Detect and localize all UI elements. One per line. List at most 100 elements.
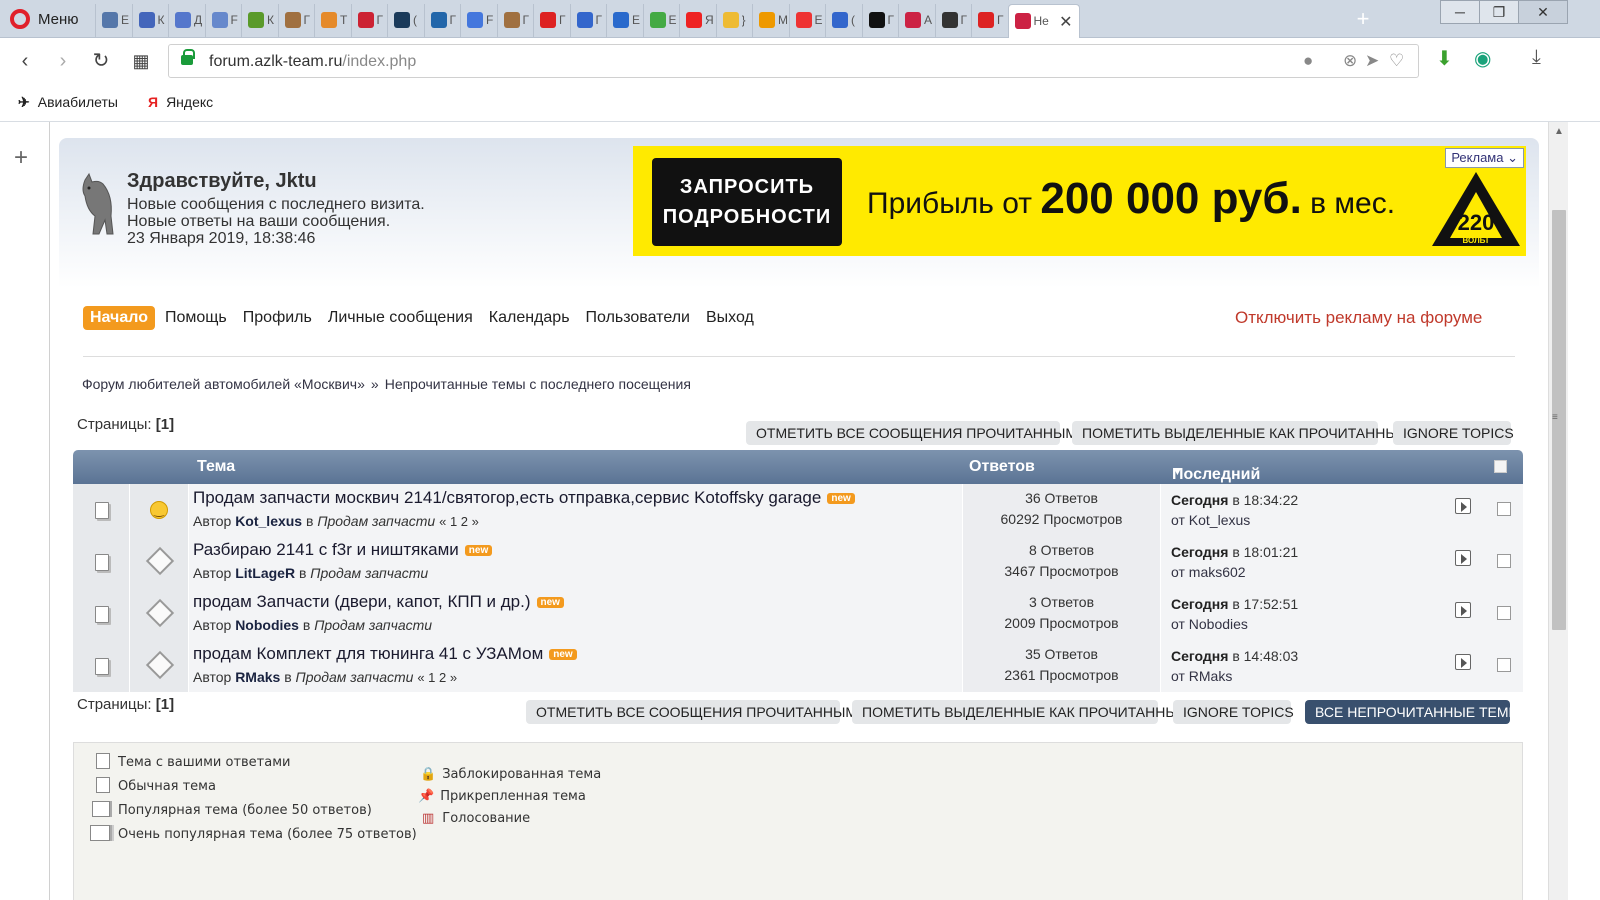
forward-icon[interactable]: › — [48, 46, 78, 76]
new-badge[interactable]: new — [549, 649, 577, 660]
row-select-checkbox[interactable] — [1497, 502, 1511, 516]
browser-tab[interactable]: F — [204, 4, 242, 38]
mark-selected-read-button-top[interactable]: ПОМЕТИТЬ ВЫДЕЛЕННЫЕ КАК ПРОЧИТАННЫЕ — [1072, 421, 1407, 445]
author-link[interactable]: LitLageR — [235, 565, 295, 581]
browser-tab[interactable]: ( — [825, 4, 862, 38]
advertisement-banner[interactable]: ЗАПРОСИТЬ ПОДРОБНОСТИ Прибыль от 200 000… — [633, 146, 1526, 256]
browser-tab[interactable]: К — [131, 4, 169, 38]
browser-tab[interactable]: М — [752, 4, 789, 38]
new-posts-link[interactable]: Новые сообщения с последнего визита. — [127, 196, 425, 213]
ad-label-dropdown[interactable]: Реклама ⌄ — [1445, 148, 1524, 168]
new-replies-link[interactable]: Новые ответы на ваши сообщения. — [127, 213, 425, 230]
board-link[interactable]: Продам запчасти — [314, 617, 432, 633]
browser-tab[interactable]: Г — [533, 4, 570, 38]
browser-tab[interactable]: Г — [496, 4, 534, 38]
mark-all-read-button-top[interactable]: ОТМЕТИТЬ ВСЕ СООБЩЕНИЯ ПРОЧИТАННЫМИ — [746, 421, 1087, 445]
close-window-button[interactable]: ✕ — [1518, 0, 1568, 24]
bookmark-yandex[interactable]: Я Яндекс — [148, 94, 213, 110]
goto-last-post-icon[interactable] — [1455, 602, 1471, 618]
active-browser-tab[interactable]: Не ✕ — [1007, 4, 1080, 38]
breadcrumb-forum-link[interactable]: Форум любителей автомобилей «Москвич» — [82, 376, 365, 392]
browser-tab[interactable]: Т — [314, 4, 351, 38]
mark-selected-read-button-bottom[interactable]: ПОМЕТИТЬ ВЫДЕЛЕННЫЕ КАК ПРОЧИТАННЫЕ — [852, 700, 1187, 724]
menu-calendar[interactable]: Календарь — [489, 309, 570, 327]
mark-all-read-button-bottom[interactable]: ОТМЕТИТЬ ВСЕ СООБЩЕНИЯ ПРОЧИТАННЫМИ — [526, 700, 867, 724]
browser-tab[interactable]: Г — [277, 4, 315, 38]
maximize-button[interactable]: ❐ — [1479, 0, 1519, 24]
ad-request-details-button[interactable]: ЗАПРОСИТЬ ПОДРОБНОСТИ — [652, 158, 842, 246]
user-avatar[interactable] — [77, 172, 117, 238]
topic-title-link[interactable]: Разбираю 2141 с f3r и ништяками — [193, 540, 459, 559]
last-poster-link[interactable]: Nobodies — [1189, 616, 1248, 632]
new-badge[interactable]: new — [464, 545, 493, 556]
ignore-topics-button-bottom[interactable]: IGNORE TOPICS — [1173, 700, 1294, 724]
menu-messages[interactable]: Личные сообщения — [328, 309, 473, 327]
add-sidebar-item-icon[interactable]: + — [14, 144, 28, 172]
speed-dial-icon[interactable]: ▦ — [126, 46, 156, 76]
topic-pages[interactable]: « 1 2 » — [417, 670, 457, 685]
board-link[interactable]: Продам запчасти — [296, 669, 414, 685]
browser-tab[interactable]: Г — [569, 4, 607, 38]
browser-tab[interactable]: Г — [423, 4, 461, 38]
breadcrumb-current[interactable]: Непрочитанные темы с последнего посещени… — [385, 376, 691, 392]
browser-tab[interactable]: А — [898, 4, 935, 38]
menu-profile[interactable]: Профиль — [243, 309, 312, 327]
browser-tab[interactable]: Г — [934, 4, 972, 38]
menu-help[interactable]: Помощь — [165, 309, 227, 327]
disable-ads-link[interactable]: Отключить рекламу на форуме — [1235, 308, 1482, 328]
menu-logout[interactable]: Выход — [706, 309, 754, 327]
author-link[interactable]: Nobodies — [235, 617, 299, 633]
select-all-checkbox[interactable] — [1494, 460, 1507, 473]
col-topic-header[interactable]: Тема — [197, 458, 235, 476]
author-link[interactable]: Kot_lexus — [235, 513, 302, 529]
row-select-checkbox[interactable] — [1497, 554, 1511, 568]
browser-menu-button[interactable]: Меню — [38, 11, 79, 28]
extension-icon[interactable]: ◉ — [1474, 46, 1491, 71]
browser-tab[interactable]: Г — [350, 4, 388, 38]
new-tab-button[interactable]: + — [1348, 4, 1378, 34]
goto-last-post-icon[interactable] — [1455, 498, 1471, 514]
lock-icon[interactable] — [181, 49, 195, 65]
all-unread-topics-button[interactable]: ВСЕ НЕПРОЧИТАННЫЕ ТЕМЫ — [1305, 700, 1521, 724]
vpn-icon[interactable]: ● — [1303, 51, 1313, 71]
last-poster-link[interactable]: RMaks — [1189, 668, 1233, 684]
browser-tab[interactable]: Е — [788, 4, 826, 38]
row-select-checkbox[interactable] — [1497, 658, 1511, 672]
browser-tab[interactable]: } — [715, 4, 753, 38]
ignore-topics-button-top[interactable]: IGNORE TOPICS — [1393, 421, 1514, 445]
browser-tab[interactable]: Я — [679, 4, 716, 38]
goto-last-post-icon[interactable] — [1455, 550, 1471, 566]
close-tab-icon[interactable]: ✕ — [1059, 12, 1072, 32]
author-link[interactable]: RMaks — [235, 669, 280, 685]
new-badge[interactable]: new — [827, 493, 855, 504]
back-icon[interactable]: ‹ — [10, 46, 40, 76]
topic-title-link[interactable]: продам Комплект для тюнинга 41 с УЗАМом — [193, 644, 543, 663]
col-replies-header[interactable]: Ответов — [969, 458, 1035, 476]
page-1-link-bottom[interactable]: [1] — [156, 696, 174, 713]
address-bar[interactable]: forum.azlk-team.ru/index.php ● ⊗ ➤ ♡ — [168, 44, 1419, 78]
menu-users[interactable]: Пользователи — [586, 309, 690, 327]
page-1-link[interactable]: [1] — [156, 416, 174, 433]
browser-tab[interactable]: Д — [168, 4, 205, 38]
browser-tab[interactable]: ( — [387, 4, 424, 38]
board-link[interactable]: Продам запчасти — [310, 565, 428, 581]
minimize-button[interactable]: ─ — [1440, 0, 1480, 24]
topic-title-link[interactable]: Продам запчасти москвич 2141/святогор,ес… — [193, 488, 821, 507]
opera-logo-icon[interactable] — [10, 9, 30, 29]
browser-tab[interactable]: Г — [861, 4, 899, 38]
browser-tab[interactable]: F — [460, 4, 497, 38]
topic-pages[interactable]: « 1 2 » — [439, 514, 479, 529]
adblock-icon[interactable]: ⊗ — [1343, 51, 1357, 71]
new-badge[interactable]: new — [536, 597, 564, 608]
url-text[interactable]: forum.azlk-team.ru/index.php — [209, 53, 416, 71]
board-link[interactable]: Продам запчасти — [317, 513, 435, 529]
bookmark-aviabilety[interactable]: ✈ Авиабилеты — [18, 94, 118, 111]
browser-tab[interactable]: Е — [95, 4, 132, 38]
browser-tab[interactable]: Е — [642, 4, 680, 38]
last-poster-link[interactable]: maks602 — [1189, 564, 1246, 580]
reload-icon[interactable]: ↻ — [86, 46, 116, 76]
row-select-checkbox[interactable] — [1497, 606, 1511, 620]
goto-last-post-icon[interactable] — [1455, 654, 1471, 670]
send-icon[interactable]: ➤ — [1365, 51, 1379, 71]
topic-title-link[interactable]: продам Запчасти (двери, капот, КПП и др.… — [193, 592, 531, 611]
